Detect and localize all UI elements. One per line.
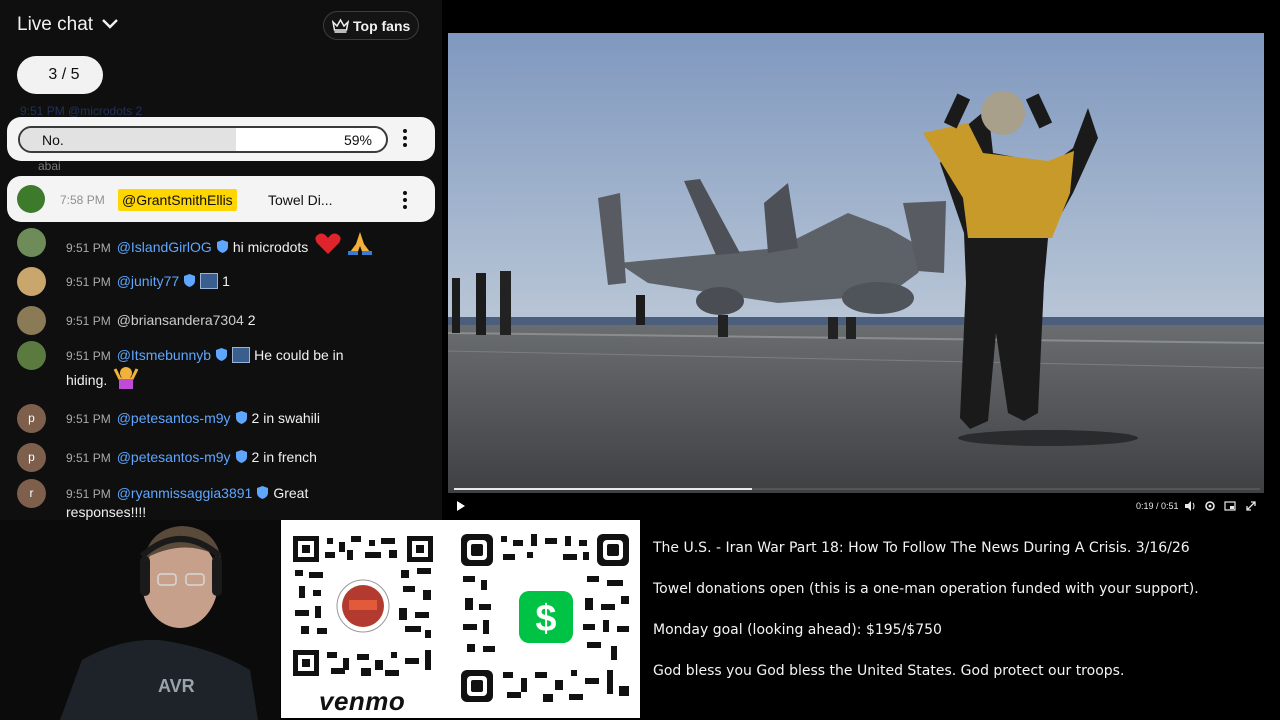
- svg-text:AVR: AVR: [158, 676, 195, 696]
- stream-title: The U.S. - Iran War Part 18: How To Foll…: [653, 540, 1190, 556]
- avatar[interactable]: r: [17, 479, 46, 508]
- author-name[interactable]: @petesantos-m9y: [117, 449, 231, 465]
- play-icon[interactable]: [456, 501, 466, 511]
- verified-shield-icon: [184, 274, 196, 287]
- live-chat-panel: Live chat Top fans 3 / 5 9:51 PM @microd…: [0, 0, 442, 520]
- poll-percent: 59%: [343, 132, 372, 148]
- closing-message: God bless you God bless the United State…: [653, 663, 1125, 679]
- more-vert-icon[interactable]: [402, 191, 408, 211]
- author-name[interactable]: @junity77: [117, 273, 179, 289]
- author-name[interactable]: @Itsmebunnyb: [117, 347, 211, 363]
- avatar[interactable]: [17, 267, 46, 296]
- author-name[interactable]: @IslandGirlOG: [117, 239, 212, 255]
- verified-shield-icon: [235, 411, 247, 424]
- avatar[interactable]: [17, 306, 46, 335]
- settings-gear-icon[interactable]: [1204, 500, 1216, 512]
- member-badge-icon: [232, 347, 251, 363]
- video-scene-image: [448, 33, 1264, 493]
- top-fans-button[interactable]: Top fans: [323, 11, 419, 40]
- donation-goal: Monday goal (looking ahead): $195/$750: [653, 622, 942, 638]
- webcam-feed: AVR: [0, 520, 280, 720]
- member-badge-icon: [200, 273, 219, 289]
- verified-shield-icon: [216, 240, 228, 253]
- cashapp-qr-code: $: [455, 532, 635, 708]
- video-frame[interactable]: [448, 33, 1264, 493]
- crown-icon: [332, 18, 349, 33]
- poll-subtext: abai: [38, 159, 61, 173]
- chat-header: Live chat Top fans: [0, 0, 442, 50]
- avatar[interactable]: p: [17, 404, 46, 433]
- heart-emoji-icon: [315, 233, 341, 254]
- pinned-timestamp: 7:58 PM: [60, 193, 105, 207]
- player-controls: 0:19 / 0:51: [448, 488, 1264, 519]
- donation-note: Towel donations open (this is a one-man …: [653, 581, 1199, 597]
- svg-text:$: $: [535, 598, 556, 640]
- scrolled-message-ghost: 9:51 PM @microdots 2: [20, 104, 143, 118]
- verified-shield-icon: [257, 486, 269, 499]
- chevron-down-icon[interactable]: [100, 17, 120, 31]
- top-fans-label: Top fans: [353, 18, 411, 34]
- poll-option-text: No.: [42, 132, 64, 148]
- shrug-emoji-icon: [113, 367, 139, 389]
- poll-banner[interactable]: No. 59%: [7, 117, 435, 161]
- poll-option-bar[interactable]: No. 59%: [18, 126, 388, 153]
- stream-info: The U.S. - Iran War Part 18: How To Foll…: [653, 540, 1273, 704]
- volume-icon[interactable]: [1184, 500, 1196, 512]
- author-name[interactable]: @ryanmissaggia3891: [117, 485, 253, 501]
- author-name[interactable]: @petesantos-m9y: [117, 410, 231, 426]
- avatar[interactable]: [17, 341, 46, 370]
- avatar[interactable]: p: [17, 443, 46, 472]
- progress-fill: [454, 488, 753, 490]
- pager-pill[interactable]: 3 / 5: [17, 56, 103, 94]
- chat-title[interactable]: Live chat: [17, 14, 93, 36]
- progress-bar[interactable]: [454, 488, 1260, 490]
- folded-hands-emoji-icon: [348, 232, 373, 255]
- verified-shield-icon: [216, 348, 228, 361]
- more-vert-icon[interactable]: [402, 129, 408, 149]
- mini-player-icon[interactable]: [1224, 500, 1236, 512]
- avatar[interactable]: [17, 228, 46, 257]
- author-name[interactable]: @briansandera7304: [117, 312, 244, 328]
- pinned-message-text: Towel Di...: [268, 192, 333, 208]
- webcam-person-image: AVR: [0, 520, 280, 720]
- avatar: [17, 185, 45, 213]
- time-readout: 0:19 / 0:51: [1136, 501, 1179, 511]
- venmo-logo-text: venmo: [319, 686, 406, 716]
- donation-qr-panel: $ venmo: [281, 520, 640, 718]
- pinned-author[interactable]: @GrantSmithEllis: [118, 189, 237, 211]
- venmo-qr-code: [293, 536, 433, 676]
- pinned-message-banner[interactable]: 7:58 PM @GrantSmithEllis Towel Di...: [7, 176, 435, 222]
- verified-shield-icon: [235, 450, 247, 463]
- fullscreen-icon[interactable]: [1245, 500, 1257, 512]
